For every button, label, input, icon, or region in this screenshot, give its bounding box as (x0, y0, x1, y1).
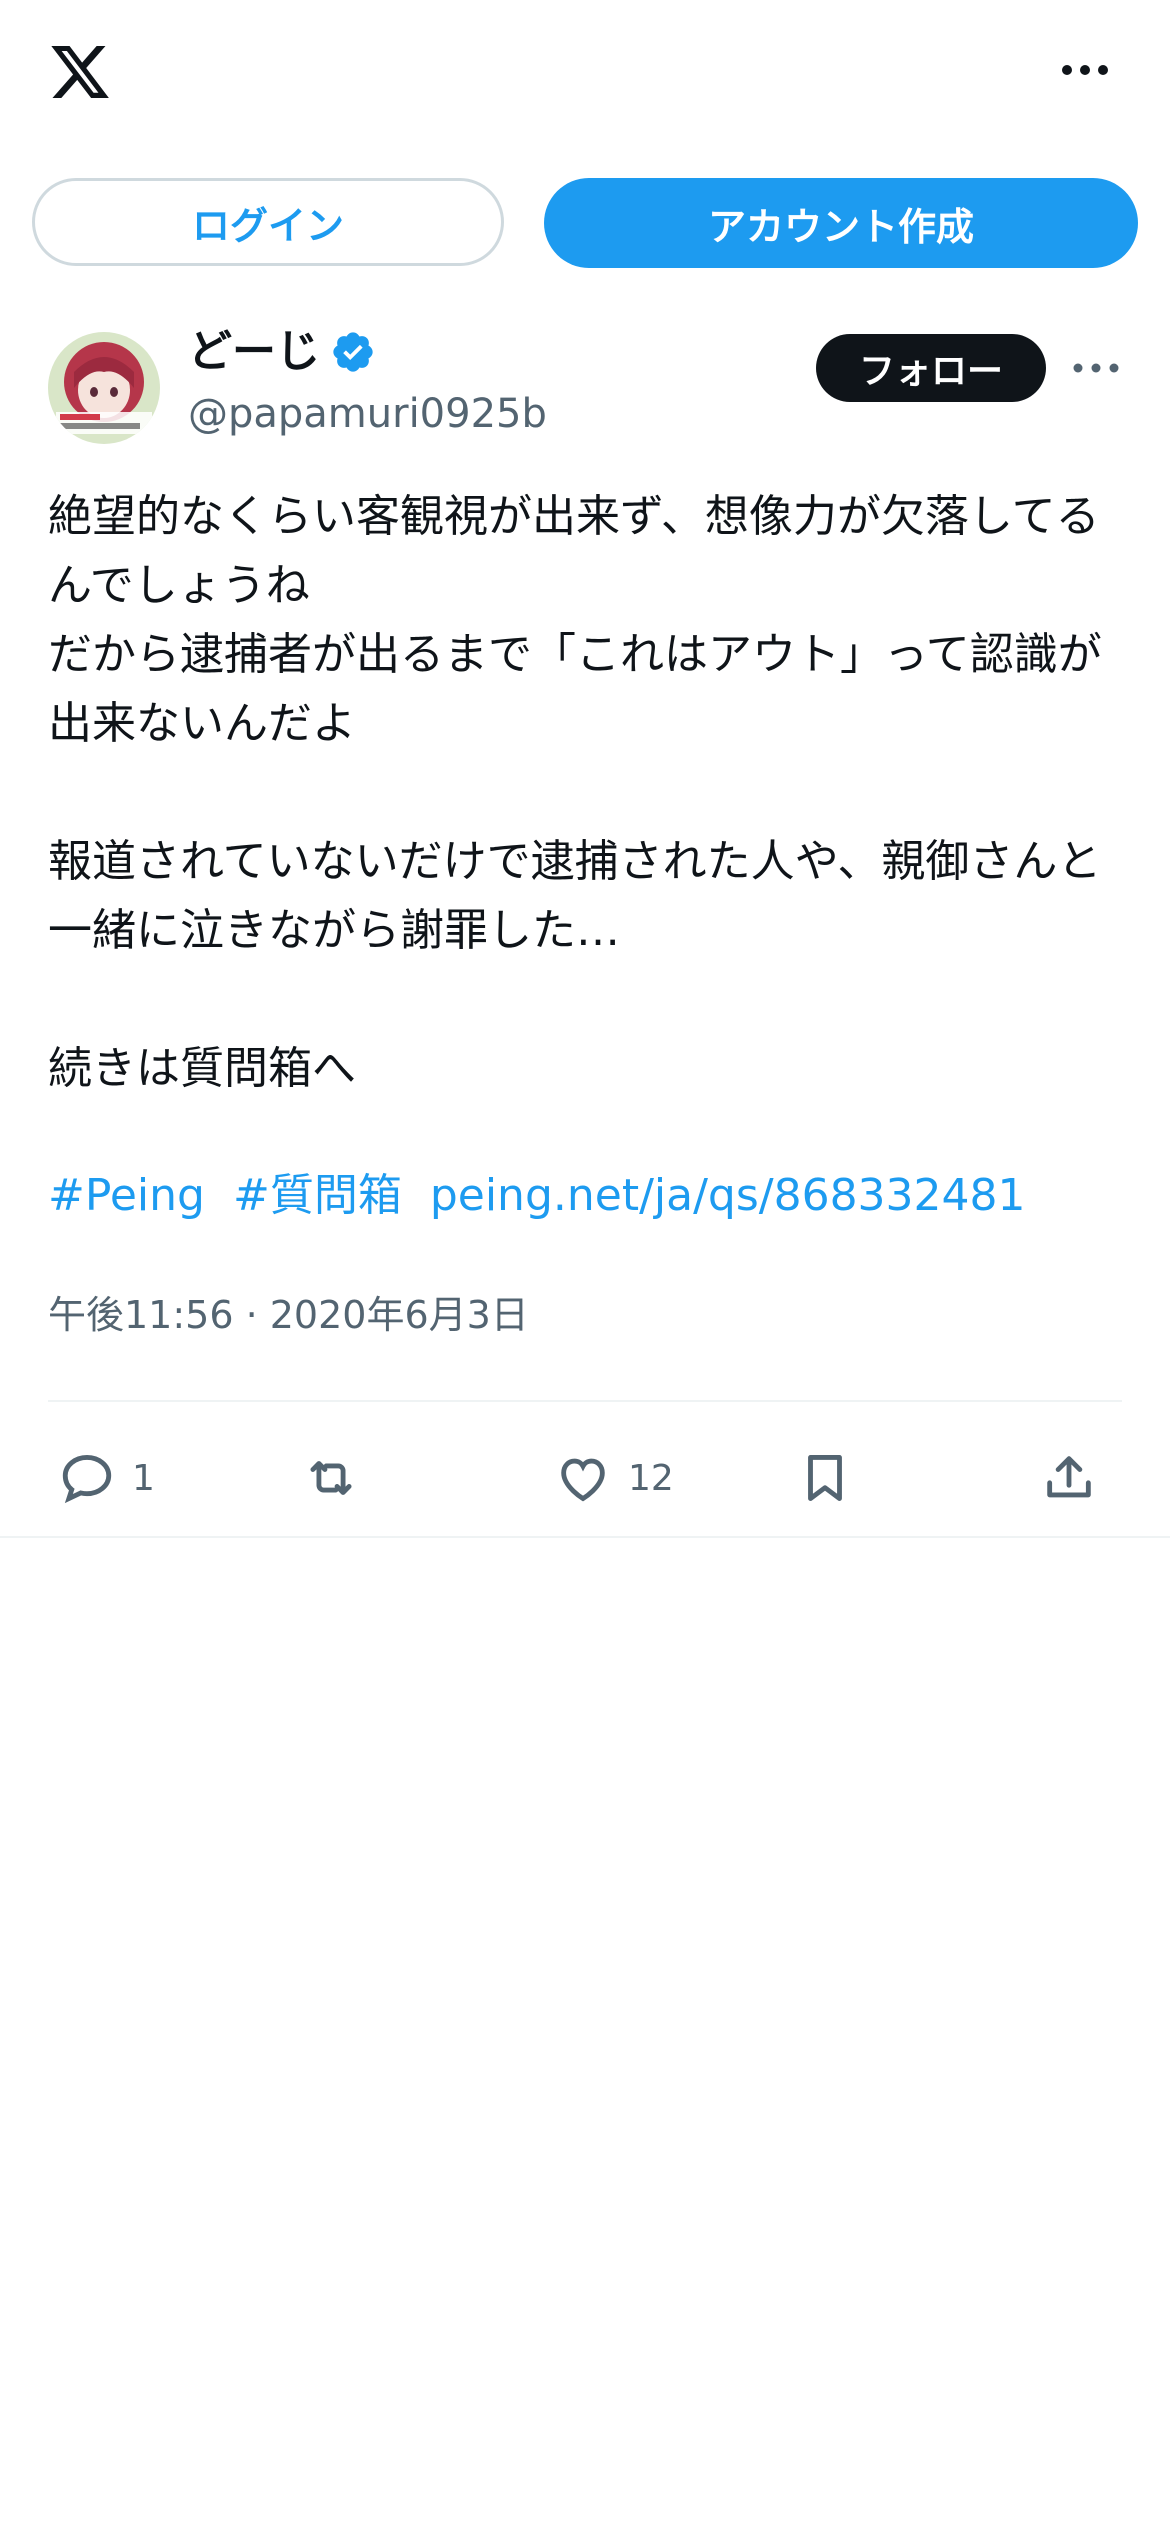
like-button[interactable]: 12 (554, 1438, 674, 1518)
more-icon[interactable] (1055, 50, 1115, 90)
display-name[interactable]: どーじ (188, 324, 320, 380)
top-bar (0, 0, 1170, 150)
repost-icon (310, 1461, 352, 1495)
tweet-paragraph: 報道されていないだけで逮捕された人や、親御さんと一緒に泣きながら謝罪した… (48, 836, 1102, 956)
tweet-links: #Peing #質問箱 peing.net/ja/qs/868332481 (48, 1166, 1040, 1226)
author-handle[interactable]: @papamuri0925b (188, 388, 547, 440)
repost-button[interactable] (302, 1438, 376, 1518)
tweet-text: 絶望的なくらい客観視が出来ず、想像力が欠落してるんでしょうね だから逮捕者が出る… (48, 482, 1128, 1103)
reply-button[interactable]: 1 (58, 1438, 155, 1518)
share-icon (1047, 1456, 1091, 1498)
divider (48, 1400, 1122, 1402)
divider (0, 1536, 1170, 1538)
tweet-paragraph: 絶望的なくらい客観視が出来ず、想像力が欠落してるんでしょうね だから逮捕者が出る… (48, 491, 1102, 749)
avatar[interactable] (48, 332, 160, 444)
reply-count: 1 (132, 1457, 155, 1499)
hashtag-link[interactable]: #質問箱 (233, 1170, 402, 1221)
url-link[interactable]: peing.net/ja/qs/868332481 (430, 1170, 1026, 1221)
tweet-more-icon[interactable] (1070, 348, 1122, 388)
heart-icon (561, 1458, 605, 1502)
author-name-row[interactable]: どーじ (188, 324, 376, 380)
like-count: 12 (628, 1457, 674, 1499)
verified-badge-icon (333, 332, 373, 372)
follow-button[interactable]: フォロー (816, 334, 1046, 402)
login-button[interactable]: ログイン (32, 178, 504, 266)
tweet-actions: 1 12 (48, 1438, 1122, 1518)
share-button[interactable] (1040, 1438, 1098, 1518)
tweet-timestamp[interactable]: 午後11:56 · 2020年6月3日 (48, 1290, 529, 1340)
create-account-button[interactable]: アカウント作成 (544, 178, 1138, 268)
bookmark-button[interactable] (796, 1438, 854, 1518)
auth-buttons: ログイン アカウント作成 (32, 178, 1138, 270)
x-logo-icon[interactable] (46, 40, 114, 104)
hashtag-link[interactable]: #Peing (48, 1170, 205, 1221)
bookmark-icon (808, 1455, 842, 1501)
reply-icon (62, 1455, 112, 1504)
tweet-paragraph: 続きは質問箱へ (48, 1043, 356, 1094)
